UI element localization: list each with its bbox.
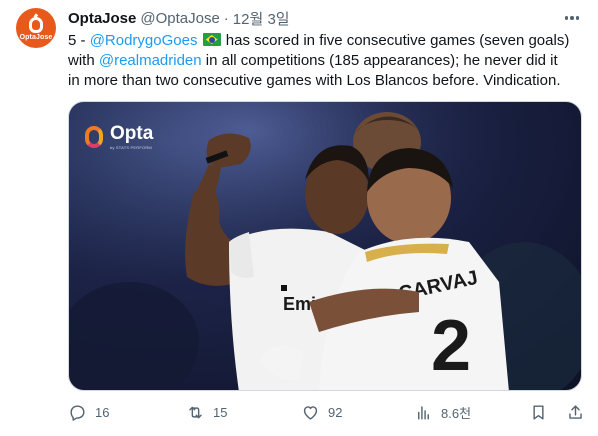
opta-logo-text: Opta (110, 122, 154, 144)
author-display-name[interactable]: OptaJose (68, 10, 136, 27)
more-options-icon[interactable] (560, 8, 584, 28)
opta-logo-subtext: by STATS PERFORM (110, 144, 152, 150)
tweet-actions: 16 15 92 8.6천 (68, 402, 586, 422)
shirt-number: 2 (431, 306, 471, 386)
reply-icon (70, 404, 85, 421)
like-count: 92 (328, 404, 343, 420)
tweet-text-line-2: with @realmadriden in all competitions (… (68, 51, 588, 71)
reply-button[interactable]: 16 (68, 402, 109, 422)
opta-watermark-logo: Opta by STATS PERFORM (85, 124, 153, 150)
opta-logo-icon (85, 124, 105, 150)
opta-avatar-logo-icon (29, 17, 43, 33)
brazil-flag-icon (202, 33, 221, 46)
repost-button[interactable]: 15 (186, 402, 227, 422)
bookmark-icon (533, 404, 544, 420)
text-segment: 5 - (68, 32, 90, 49)
avatar-label: OptaJose (19, 34, 53, 41)
text-segment: with (68, 52, 99, 69)
tweet-timestamp[interactable]: 12월 3일 (233, 8, 290, 29)
text-segment: has scored in five consecutive games (se… (221, 32, 570, 49)
tweet-text: 5 - @RodrygoGoes has scored in five cons… (68, 31, 588, 91)
tweet-text-line-3: in more than two consecutive games with … (68, 72, 561, 89)
mention-realmadriden[interactable]: @realmadriden (99, 52, 202, 69)
views-button[interactable]: 8.6천 (414, 402, 471, 422)
reply-count: 16 (95, 404, 110, 420)
views-count: 8.6천 (441, 405, 472, 421)
author-handle[interactable]: @OptaJose (140, 10, 219, 27)
share-button[interactable] (566, 402, 585, 422)
avatar[interactable]: OptaJose (16, 8, 56, 48)
repost-count: 15 (213, 404, 228, 420)
repost-icon (189, 406, 202, 418)
bookmark-button[interactable] (529, 402, 548, 422)
header-separator: · (223, 9, 229, 27)
mention-rodrygogoes[interactable]: @RodrygoGoes (90, 32, 198, 49)
like-button[interactable]: 92 (301, 402, 342, 422)
tweet-header: OptaJose @OptaJose · 12월 3일 (68, 8, 290, 28)
tweet-media-image[interactable]: Emira FLY CARVAJ 2 Opta by STATS PERFORM (68, 101, 582, 391)
heart-icon (303, 405, 318, 420)
tweet[interactable]: OptaJose OptaJose @OptaJose · 12월 3일 5 -… (0, 0, 598, 436)
views-chart-icon (418, 405, 429, 420)
share-icon (569, 404, 582, 419)
text-segment: in all competitions (185 appearances); h… (201, 52, 558, 69)
tweet-text-line-1: 5 - @RodrygoGoes has scored in five cons… (68, 31, 588, 51)
